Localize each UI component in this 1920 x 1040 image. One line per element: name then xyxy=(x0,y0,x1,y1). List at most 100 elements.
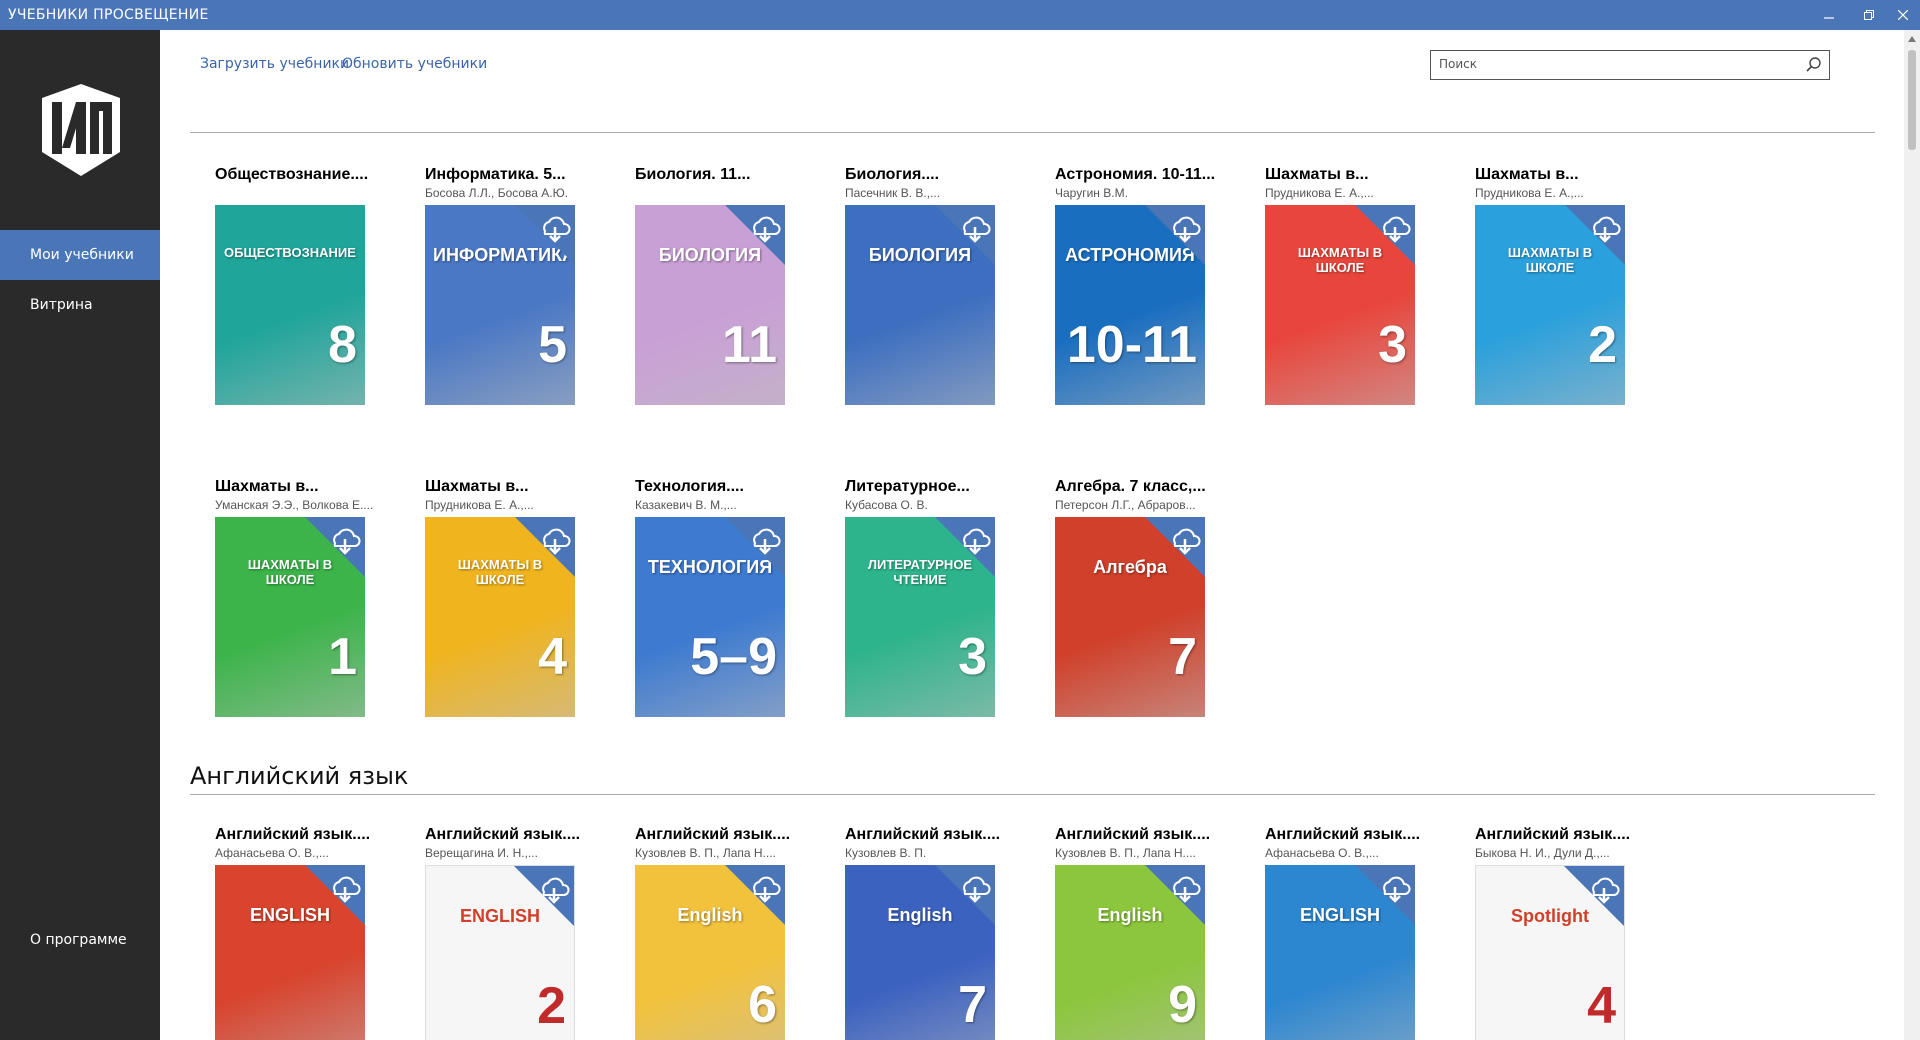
book-cover[interactable]: ENGLISH 2 xyxy=(425,865,575,1040)
book-author: Афанасьева О. В.,... xyxy=(1265,846,1379,860)
book-cover[interactable]: English 7 xyxy=(845,865,995,1040)
book-cover[interactable]: English 6 xyxy=(635,865,785,1040)
book-card[interactable]: Биология.... Пасечник В. В.,... БИОЛОГИЯ xyxy=(845,165,1005,405)
scroll-thumb[interactable] xyxy=(1908,50,1916,150)
book-cover[interactable]: Алгебра 7 xyxy=(1055,517,1205,717)
book-card[interactable]: Английский язык.... Кузовлев В. П. English… xyxy=(845,825,1005,1040)
book-author: Чаругин В.М. xyxy=(1055,186,1128,200)
cover-number: 4 xyxy=(1587,977,1616,1035)
cloud-download-icon[interactable] xyxy=(1564,866,1624,926)
book-title: Английский язык.... xyxy=(845,826,1001,843)
cloud-download-icon[interactable] xyxy=(1355,865,1415,925)
book-author: Кубасова О. В. xyxy=(845,498,928,512)
book-author: Пасечник В. В.,... xyxy=(845,186,941,200)
book-card[interactable]: Шахматы в... Прудникова Е. А.,... ШАХМАТЫ … xyxy=(1265,165,1425,405)
scroll-up-icon[interactable] xyxy=(1907,34,1917,44)
book-cover[interactable]: ТЕХНОЛОГИЯ 5–9 xyxy=(635,517,785,717)
book-author: Кузовлев В. П., Лапа Н.... xyxy=(1055,846,1196,860)
book-title: Технология.... xyxy=(635,478,744,495)
book-card[interactable]: Английский язык.... Кузовлев В. П., Лапа … xyxy=(1055,825,1215,1040)
book-card[interactable]: Английский язык.... Быкова Н. И., Дули Д.… xyxy=(1475,825,1635,1040)
book-cover[interactable]: АСТРОНОМИЯ 10-11 xyxy=(1055,205,1205,405)
cloud-download-icon[interactable] xyxy=(1145,517,1205,577)
sidebar-item-label: О программе xyxy=(30,932,127,948)
main-content: Загрузить учебники Обновить учебники Общ… xyxy=(160,30,1904,1040)
section-divider xyxy=(190,794,1875,795)
book-card[interactable]: Английский язык.... Верещагина И. Н.,... E… xyxy=(425,825,585,1040)
cover-number: 7 xyxy=(958,976,987,1034)
update-books-link[interactable]: Обновить учебники xyxy=(342,56,487,72)
cloud-download-icon[interactable] xyxy=(725,517,785,577)
book-card[interactable]: Биология. 11... БИОЛОГИЯ 11 xyxy=(635,165,795,405)
book-cover[interactable]: ШАХМАТЫ В ШКОЛЕ 1 xyxy=(215,517,365,717)
cloud-download-icon[interactable] xyxy=(515,517,575,577)
cloud-download-icon[interactable] xyxy=(1355,205,1415,265)
sidebar-item-showcase[interactable]: Витрина xyxy=(0,280,160,330)
book-cover[interactable]: ЛИТЕРАТУРНОЕ ЧТЕНИЕ 3 xyxy=(845,517,995,717)
book-card[interactable]: Обществознание.... ОБЩЕСТВОЗНАНИЕ 8 xyxy=(215,165,375,405)
book-cover[interactable]: ENGLISH xyxy=(215,865,365,1040)
book-card[interactable]: Английский язык.... Кузовлев В. П., Лапа … xyxy=(635,825,795,1040)
book-title: Английский язык.... xyxy=(1475,826,1631,843)
book-cover[interactable]: ШАХМАТЫ В ШКОЛЕ 4 xyxy=(425,517,575,717)
cloud-download-icon[interactable] xyxy=(1145,865,1205,925)
book-title: Литературное... xyxy=(845,478,970,495)
book-card[interactable]: Технология.... Казакевич В. М.,... ТЕХНОЛО… xyxy=(635,477,795,717)
cloud-download-icon[interactable] xyxy=(935,517,995,577)
cloud-download-icon[interactable] xyxy=(1145,205,1205,265)
book-title: Шахматы в... xyxy=(1475,166,1579,183)
book-card[interactable]: Английский язык.... Афанасьева О. В.,... E… xyxy=(1265,825,1425,1040)
search-icon[interactable] xyxy=(1805,56,1823,74)
book-cover[interactable]: Spotlight 4 xyxy=(1475,865,1625,1040)
cloud-download-icon[interactable] xyxy=(305,517,365,577)
prosveshchenie-logo-icon xyxy=(42,84,120,176)
cloud-download-icon[interactable] xyxy=(935,205,995,265)
close-icon xyxy=(1898,10,1908,20)
cloud-download-icon[interactable] xyxy=(515,205,575,265)
book-author: Казакевич В. М.,... xyxy=(635,498,737,512)
book-cover[interactable]: ШАХМАТЫ В ШКОЛЕ 2 xyxy=(1475,205,1625,405)
book-cover[interactable]: БИОЛОГИЯ xyxy=(845,205,995,405)
sidebar-item-label: Мои учебники xyxy=(30,247,134,263)
book-cover[interactable]: ИНФОРМАТИКА 5 xyxy=(425,205,575,405)
book-cover[interactable]: English 9 xyxy=(1055,865,1205,1040)
book-cover[interactable]: ENGLISH xyxy=(1265,865,1415,1040)
book-card[interactable]: Английский язык.... Афанасьева О. В.,... E… xyxy=(215,825,375,1040)
sidebar-item-my-books[interactable]: Мои учебники xyxy=(0,230,160,280)
book-title: Шахматы в... xyxy=(1265,166,1369,183)
book-card[interactable]: Алгебра. 7 класс,... Петерсон Л.Г., Абрар… xyxy=(1055,477,1215,717)
close-button[interactable] xyxy=(1880,0,1920,30)
cloud-download-icon[interactable] xyxy=(514,866,574,926)
cloud-download-icon[interactable] xyxy=(935,865,995,925)
load-books-link[interactable]: Загрузить учебники xyxy=(200,56,349,72)
cover-number: 4 xyxy=(538,628,567,686)
book-author xyxy=(215,186,375,201)
book-card[interactable]: Астрономия. 10-11... Чаругин В.М. АСТРОНОМ… xyxy=(1055,165,1215,405)
book-card[interactable]: Шахматы в... Уманская Э.Э., Волкова Е....… xyxy=(215,477,375,717)
cloud-download-icon[interactable] xyxy=(725,865,785,925)
book-card[interactable]: Шахматы в... Прудникова Е. А.,... ШАХМАТЫ … xyxy=(1475,165,1635,405)
cloud-download-icon[interactable] xyxy=(305,865,365,925)
book-cover[interactable]: БИОЛОГИЯ 11 xyxy=(635,205,785,405)
book-cover[interactable]: ШАХМАТЫ В ШКОЛЕ 3 xyxy=(1265,205,1415,405)
search-box xyxy=(1430,50,1830,80)
book-author: Прудникова Е. А.,... xyxy=(1475,186,1584,200)
book-author: Босова Л.Л., Босова А.Ю. xyxy=(425,186,569,200)
book-cover[interactable]: ОБЩЕСТВОЗНАНИЕ 8 xyxy=(215,205,365,405)
cloud-download-icon[interactable] xyxy=(725,205,785,265)
title-bar: УЧЕБНИКИ ПРОСВЕЩЕНИЕ xyxy=(0,0,1920,30)
cover-number: 11 xyxy=(722,316,777,374)
sidebar-item-about[interactable]: О программе xyxy=(0,915,160,965)
vertical-scrollbar[interactable] xyxy=(1904,30,1920,1040)
cloud-download-icon[interactable] xyxy=(1565,205,1625,265)
book-card[interactable]: Информатика. 5... Босова Л.Л., Босова А.Ю… xyxy=(425,165,585,405)
book-card[interactable]: Шахматы в... Прудникова Е. А.,... ШАХМАТЫ … xyxy=(425,477,585,717)
book-title: Информатика. 5... xyxy=(425,166,566,183)
book-author: Кузовлев В. П., Лапа Н.... xyxy=(635,846,776,860)
top-divider xyxy=(190,132,1875,133)
book-author: Кузовлев В. П. xyxy=(845,846,927,860)
search-input[interactable] xyxy=(1431,51,1791,77)
cover-number: 3 xyxy=(958,628,987,686)
book-card[interactable]: Литературное... Кубасова О. В. ЛИТЕРАТУРНО… xyxy=(845,477,1005,717)
book-author: Быкова Н. И., Дули Д.,... xyxy=(1475,846,1610,860)
